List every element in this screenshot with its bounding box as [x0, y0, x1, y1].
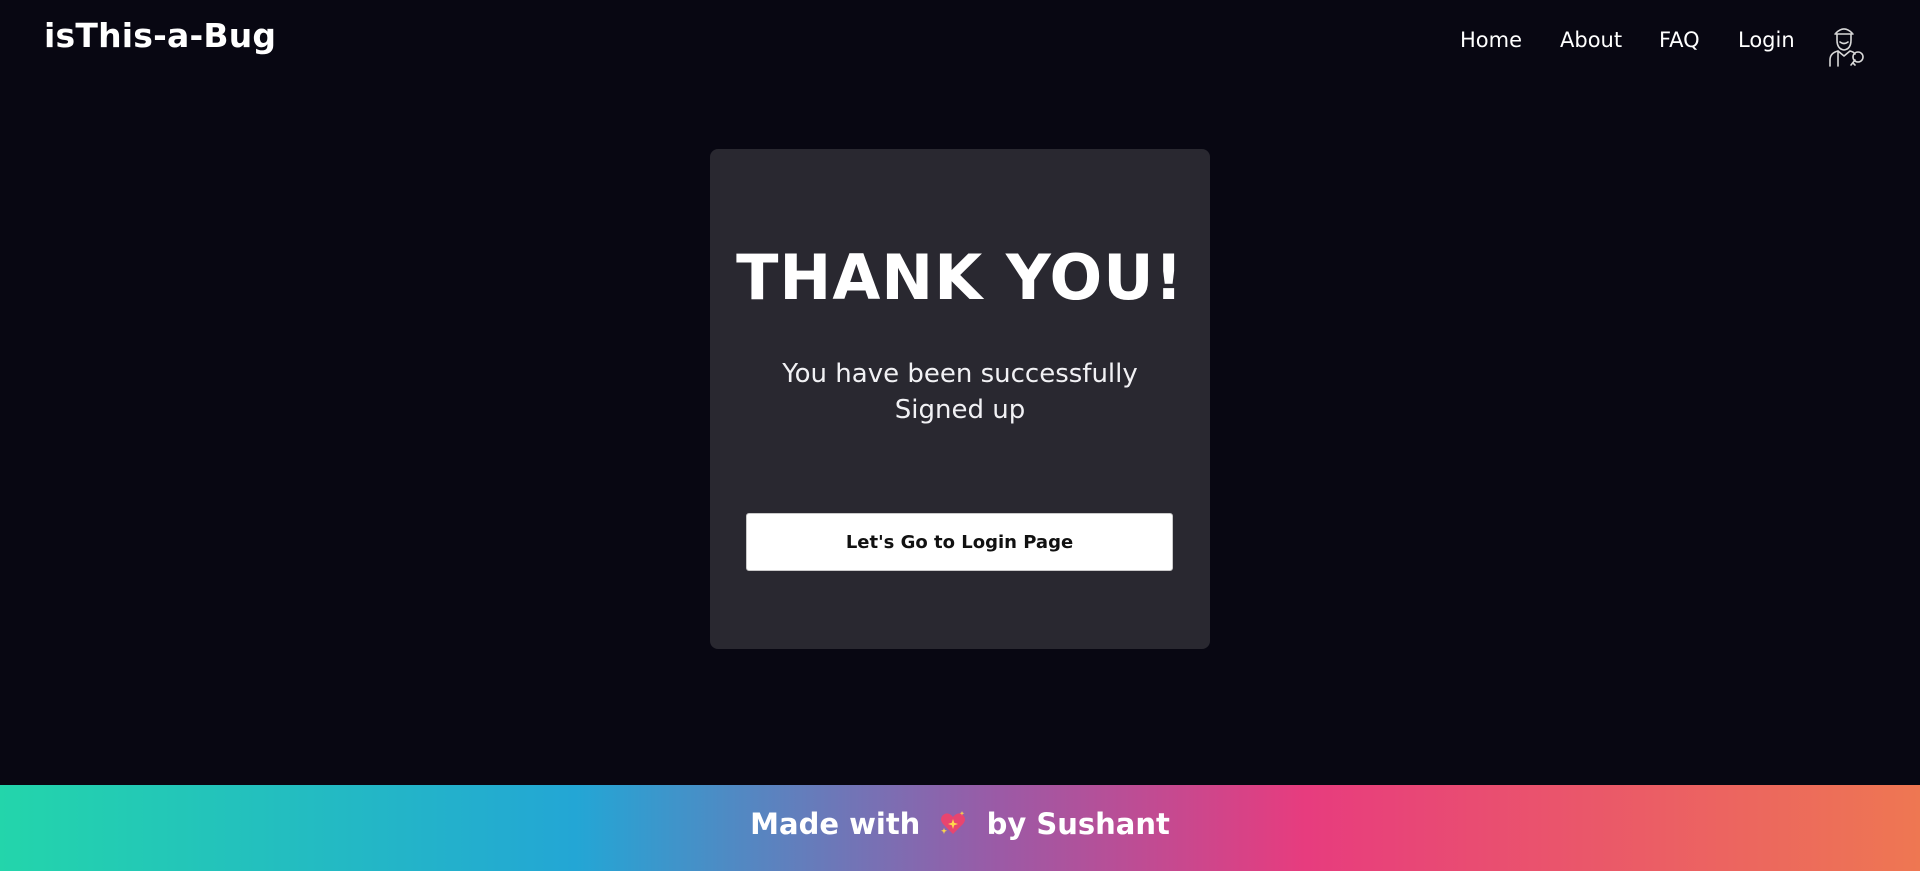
go-to-login-button[interactable]: Let's Go to Login Page — [746, 513, 1173, 571]
success-message-line-2: Signed up — [894, 395, 1026, 425]
user-avatar-icon[interactable] — [1820, 20, 1868, 68]
nav-about[interactable]: About — [1560, 28, 1622, 52]
brand-logo[interactable]: isThis-a-Bug — [44, 16, 276, 55]
thank-you-title: THANK YOU! — [736, 241, 1184, 314]
sparkling-heart-icon — [941, 811, 966, 834]
nav-home[interactable]: Home — [1460, 28, 1522, 52]
nav-faq[interactable]: FAQ — [1659, 28, 1700, 52]
footer-credit: Made with by Sushant — [0, 807, 1920, 841]
nav-login[interactable]: Login — [1738, 28, 1795, 52]
footer-prefix: Made with — [750, 807, 921, 841]
success-message-line-1: You have been successfully — [782, 359, 1138, 389]
footer-suffix: by Sushant — [986, 807, 1170, 841]
footer: Made with by Sushant — [0, 785, 1920, 871]
page: isThis-a-Bug Home About FAQ Login THANK … — [0, 0, 1920, 871]
header: isThis-a-Bug Home About FAQ Login — [0, 0, 1920, 86]
success-message: You have been successfully Signed up — [760, 356, 1160, 428]
